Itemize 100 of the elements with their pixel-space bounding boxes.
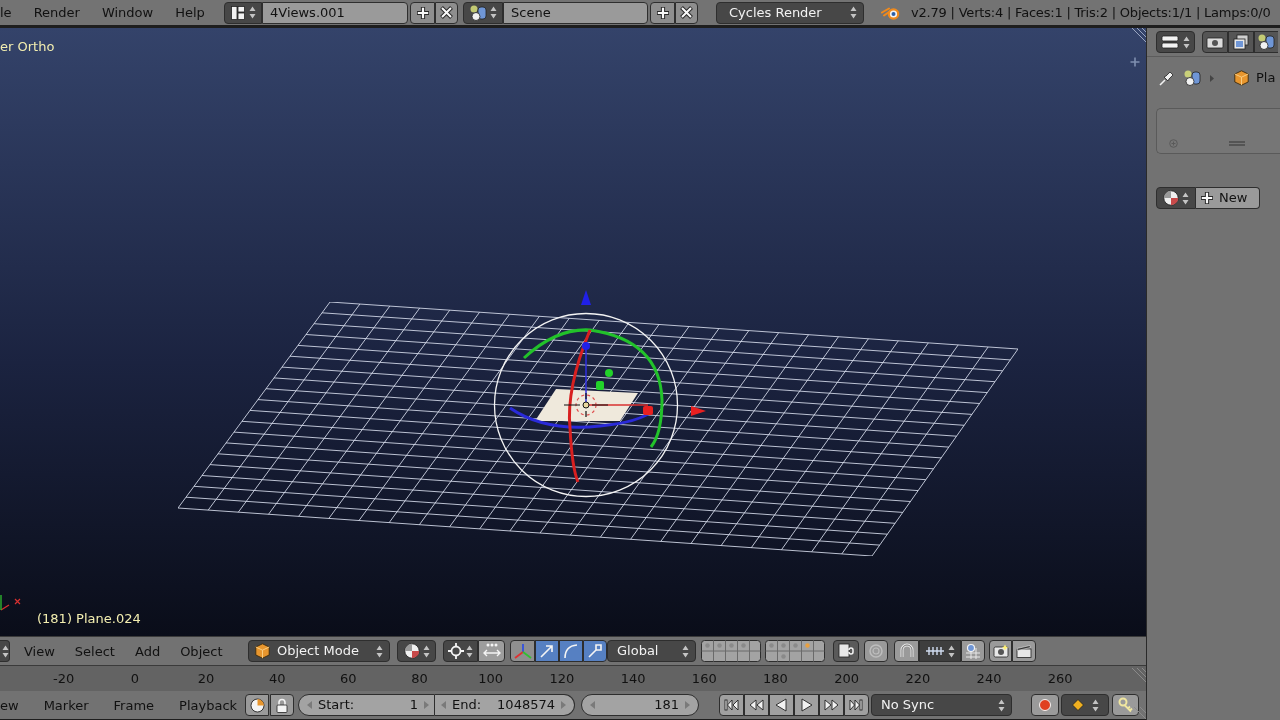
menu-item[interactable]: le <box>0 6 12 19</box>
timeline-ruler[interactable]: -20 0 20 40 60 80 100 120 140 160 180 200 220 240 260 <box>0 665 1146 691</box>
frame-number: 100 <box>478 672 504 685</box>
up-down-arrows-icon <box>998 698 1005 712</box>
shaded-sphere-icon <box>1163 190 1179 206</box>
menu-item[interactable]: Help <box>175 6 205 19</box>
delete-scene-button[interactable] <box>675 1 698 24</box>
lock-frame-button[interactable] <box>270 694 294 716</box>
keying-set-dropdown[interactable] <box>1061 694 1109 716</box>
playback-button[interactable] <box>769 694 794 716</box>
editor-type-button[interactable] <box>0 640 10 662</box>
playback-button[interactable] <box>844 694 869 716</box>
frame-number: 260 <box>1047 672 1073 685</box>
render-layers-tab[interactable] <box>1228 31 1254 53</box>
snap-element-dropdown[interactable] <box>919 640 961 662</box>
menu-item[interactable]: View <box>24 644 55 658</box>
add-layout-button[interactable] <box>410 1 435 24</box>
manipulator-mode-button[interactable] <box>535 640 559 662</box>
layer-buttons[interactable] <box>765 640 825 662</box>
shapes-icon <box>1258 34 1275 50</box>
screen-layout-field[interactable]: 4Views.001 <box>262 1 408 24</box>
opengl-render-button[interactable] <box>989 640 1012 662</box>
right-caret-icon <box>561 701 566 709</box>
menu-item[interactable]: Window <box>101 6 154 19</box>
keying-button[interactable] <box>245 694 269 716</box>
material-browse-button[interactable] <box>1156 187 1196 209</box>
3d-viewport[interactable]: er Ortho (181) Plane.024 <box>0 28 1146 636</box>
left-caret-icon <box>590 701 595 709</box>
manipulator-mode-button[interactable] <box>559 640 583 662</box>
menu-item[interactable]: Marker <box>43 698 89 712</box>
current-frame-field[interactable]: 181 <box>581 694 699 716</box>
proportional-edit-button[interactable] <box>864 640 888 662</box>
scene-field[interactable]: Scene <box>503 1 648 24</box>
screen-layout-button[interactable] <box>224 1 262 24</box>
shading-dropdown[interactable] <box>397 640 436 662</box>
scene-button[interactable] <box>463 1 503 24</box>
snap-target-button[interactable] <box>961 640 985 662</box>
plus-icon <box>415 5 430 20</box>
scene-statistics: v2.79 | Verts:4 | Faces:1 | Tris:2 | Objects:1/1 | Lamps:0/0 <box>911 3 1271 22</box>
scene-tab[interactable] <box>1254 31 1278 53</box>
linked-page-icon <box>838 643 854 659</box>
keyframe-button[interactable] <box>1112 694 1139 716</box>
layer-buttons[interactable] <box>701 640 761 662</box>
cube-icon <box>1234 70 1249 86</box>
up-down-arrows-icon <box>682 644 689 658</box>
new-material-button[interactable]: New <box>1196 187 1260 209</box>
start-frame-field[interactable]: Start: 1 <box>298 694 435 716</box>
3d-cursor-icon <box>564 393 608 417</box>
auto-key-button[interactable] <box>1031 694 1059 716</box>
panel-layout-icon <box>1161 35 1179 49</box>
render-animation-button[interactable] <box>1012 640 1036 662</box>
add-scene-button[interactable] <box>650 1 675 24</box>
frame-number: 140 <box>620 672 646 685</box>
up-down-arrows-icon <box>1183 35 1190 49</box>
delete-layout-button[interactable] <box>435 1 458 24</box>
menu-item[interactable]: Add <box>134 644 161 658</box>
plus-icon <box>1130 57 1140 67</box>
sync-dropdown[interactable]: No Sync <box>871 694 1012 716</box>
left-caret-icon <box>307 701 312 709</box>
field-label: End: <box>452 696 482 715</box>
camera-icon <box>992 644 1009 658</box>
up-down-arrows-icon <box>2 644 9 658</box>
drag-handle-icon <box>1229 141 1245 146</box>
playback-button[interactable] <box>719 694 744 716</box>
menu-item[interactable]: Select <box>74 644 115 658</box>
lock-layers-button[interactable] <box>833 640 859 662</box>
mode-dropdown[interactable]: Object Mode <box>248 640 390 662</box>
pivot-dropdown[interactable] <box>443 640 478 662</box>
playback-button[interactable] <box>794 694 819 716</box>
frame-number: 60 <box>340 672 357 685</box>
jump-start-icon <box>724 698 739 712</box>
manipulator-toggle[interactable] <box>510 640 535 662</box>
render-tab[interactable] <box>1202 31 1228 53</box>
orientation-dropdown[interactable]: Global <box>607 640 696 662</box>
menu-item[interactable]: Frame <box>113 698 155 712</box>
rewind-icon <box>749 698 764 712</box>
field-value: 1048574 <box>497 696 555 715</box>
frame-number: 240 <box>976 672 1002 685</box>
frame-number: 220 <box>905 672 931 685</box>
editor-type-button[interactable] <box>1156 31 1195 53</box>
menu-item[interactable]: Render <box>33 6 80 19</box>
center-points-toggle[interactable] <box>478 640 505 662</box>
up-down-arrows-icon <box>850 6 857 19</box>
dotted-arrows-icon <box>482 643 501 659</box>
clapperboard-icon <box>1016 644 1032 658</box>
up-down-arrows-icon <box>948 644 955 658</box>
plus-circle-icon <box>1169 139 1178 148</box>
menu-item[interactable]: Playback <box>179 698 238 712</box>
snap-toggle[interactable] <box>894 640 919 662</box>
grid-target-icon <box>965 643 981 659</box>
render-engine-dropdown[interactable]: Cycles Render <box>716 1 864 24</box>
manipulator-mode-button[interactable] <box>583 640 607 662</box>
playback-button[interactable] <box>819 694 844 716</box>
pin-icon <box>1159 70 1175 86</box>
arc-icon <box>563 643 579 659</box>
end-frame-field[interactable]: End: 1048574 <box>435 694 575 716</box>
field-label: Start: <box>318 696 355 715</box>
menu-item[interactable]: ew <box>0 698 19 712</box>
menu-item[interactable]: Object <box>180 644 223 658</box>
playback-button[interactable] <box>744 694 769 716</box>
